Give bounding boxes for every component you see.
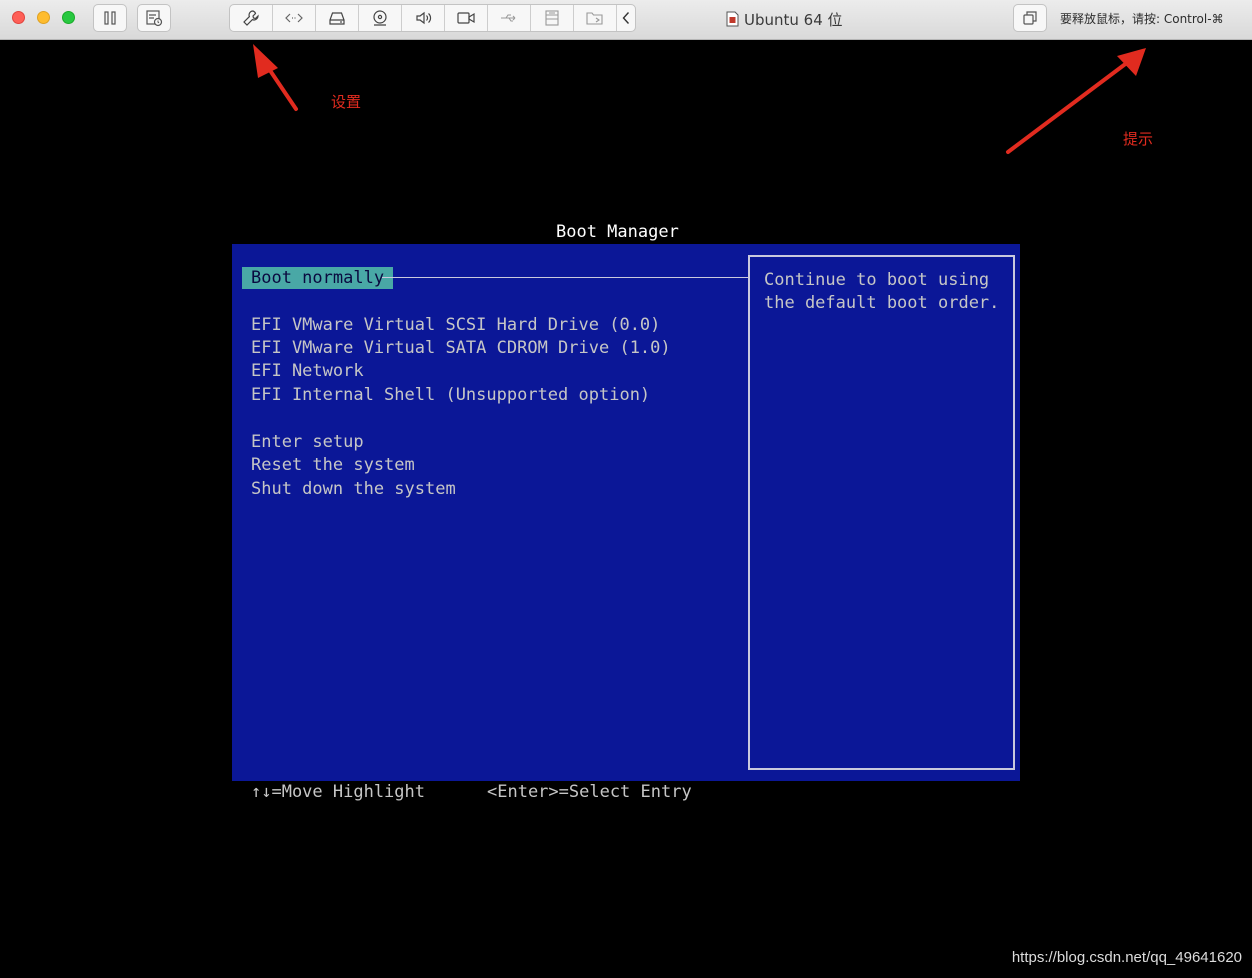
hint-annotation: 提示 (1123, 130, 1154, 148)
boot-option-reset-system[interactable]: Reset the system (251, 454, 415, 477)
boot-manager-title: Boot Manager (556, 222, 679, 242)
boot-option-shut-down[interactable]: Shut down the system (251, 478, 456, 501)
boot-option-boot-normally[interactable]: Boot normally (242, 267, 394, 289)
help-text-line-1: Continue to boot using (764, 270, 990, 290)
watermark: https://blog.csdn.net/qq_49641620 (1011, 949, 1242, 966)
help-box: Continue to boot using the default boot … (748, 255, 1015, 770)
help-text-line-2: the default boot order. (764, 293, 1000, 313)
boot-option-network[interactable]: EFI Network (251, 360, 364, 383)
footer-select-entry: <Enter>=Select Entry (487, 782, 692, 802)
help-text: Continue to boot using the default boot … (764, 269, 1004, 315)
boot-manager-panel: Boot normally EFI VMware Virtual SCSI Ha… (232, 244, 1020, 781)
boot-option-scsi-hard-drive[interactable]: EFI VMware Virtual SCSI Hard Drive (0.0) (251, 314, 660, 337)
boot-option-sata-cdrom[interactable]: EFI VMware Virtual SATA CDROM Drive (1.0… (251, 337, 671, 360)
settings-annotation: 设置 (331, 93, 362, 111)
boot-option-internal-shell[interactable]: EFI Internal Shell (Unsupported option) (251, 384, 650, 407)
footer-move-highlight: ↑↓=Move Highlight (251, 782, 425, 802)
settings-arrow (253, 44, 298, 111)
boot-option-enter-setup[interactable]: Enter setup (251, 431, 364, 454)
selection-divider (382, 277, 748, 278)
